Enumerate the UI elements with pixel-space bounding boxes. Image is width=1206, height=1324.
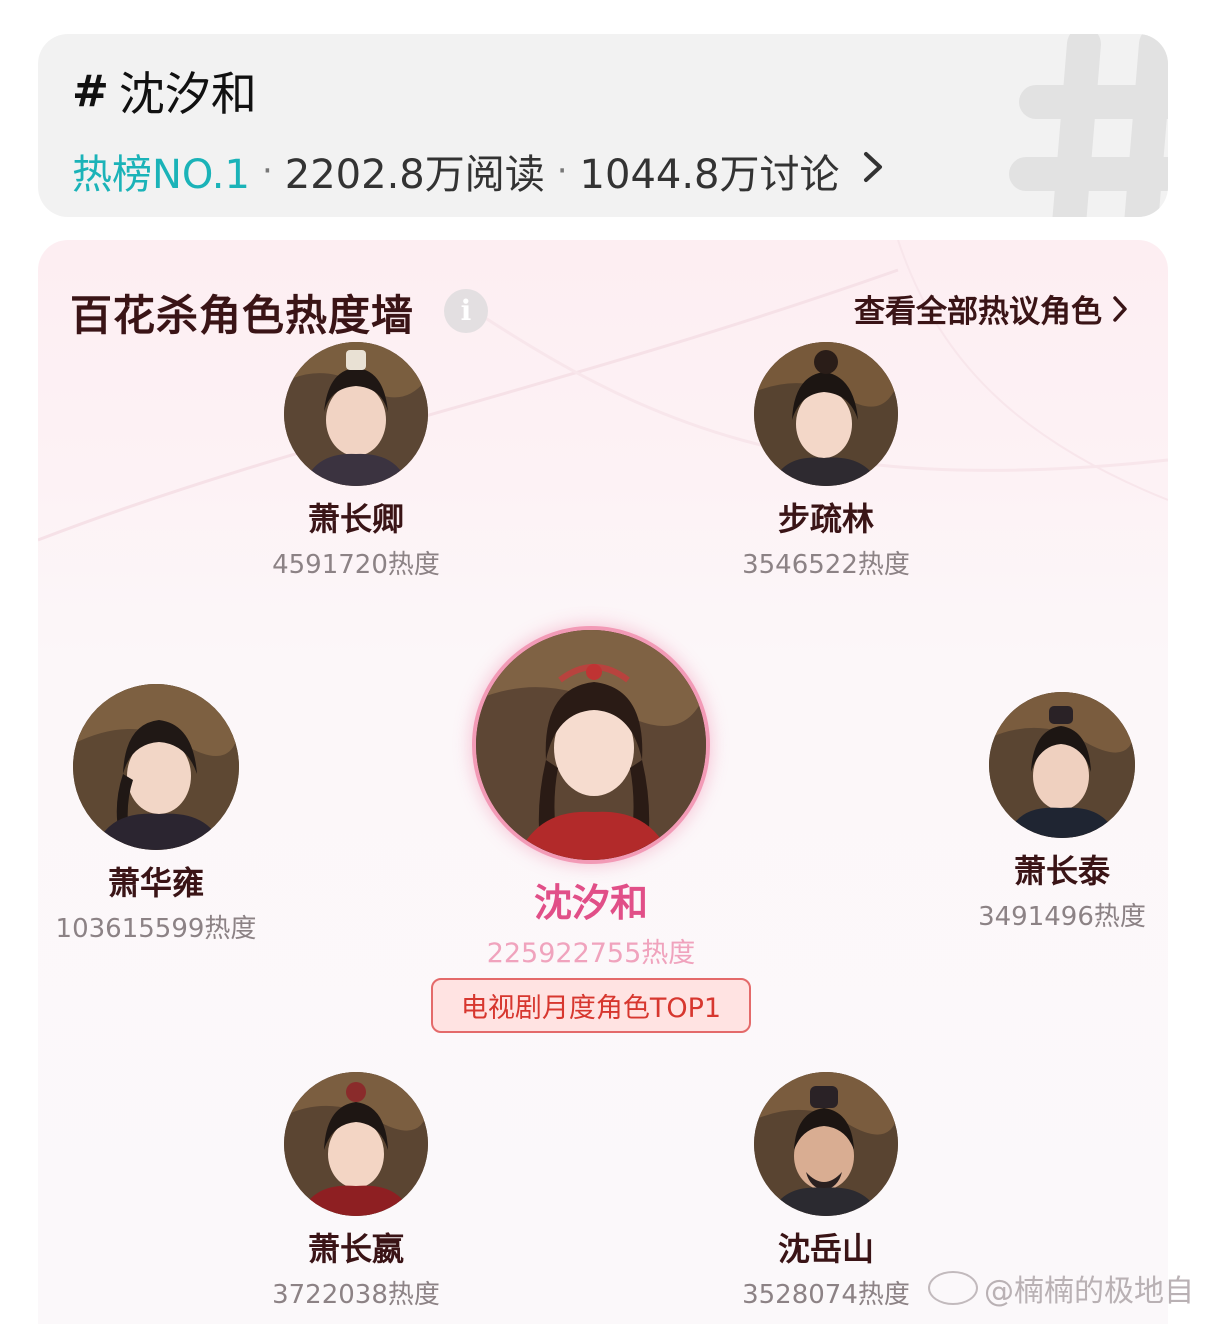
character-heat: 3722038热度	[272, 1280, 440, 1310]
character-heat: 225922755热度	[486, 938, 696, 969]
character-heat: 3491496热度	[978, 902, 1146, 932]
weibo-watermark: @楠楠的极地自	[928, 1266, 1194, 1310]
topic-card[interactable]: # 沈汐和 热榜NO.1 · 2202.8万阅读 · 1044.8万讨论	[38, 34, 1168, 217]
character-name: 步疏林	[777, 500, 874, 538]
hot-rank-label: 热榜NO.1	[72, 152, 250, 198]
character-card[interactable]: 萧长嬴 3722038热度	[256, 1072, 456, 1311]
view-all-label: 查看全部热议角色	[854, 294, 1102, 330]
monthly-top-badge: 电视剧月度角色TOP1	[430, 978, 752, 1033]
featured-character-card[interactable]: 沈汐和 225922755热度 电视剧月度角色TOP1	[423, 626, 759, 1033]
weibo-logo-icon	[928, 1271, 978, 1305]
topic-name: 沈汐和	[118, 67, 257, 121]
character-avatar	[754, 342, 898, 486]
info-icon[interactable]: i	[444, 289, 488, 333]
chevron-right-icon	[1113, 295, 1127, 322]
topic-title: # 沈汐和	[72, 58, 257, 124]
discussion-count: 1044.8万讨论	[579, 152, 840, 198]
separator-dot: ·	[261, 151, 273, 191]
character-heat: 3528074热度	[742, 1280, 910, 1310]
character-heat: 3546522热度	[742, 550, 910, 580]
character-card[interactable]: 沈岳山 3528074热度	[726, 1072, 926, 1311]
character-heat: 103615599热度	[55, 914, 257, 944]
character-heat: 4591720热度	[272, 550, 440, 580]
character-card[interactable]: 步疏林 3546522热度	[726, 342, 926, 581]
character-card[interactable]: 萧长泰 3491496热度	[964, 692, 1160, 933]
character-name: 萧长泰	[1013, 852, 1110, 890]
watermark-text: @楠楠的极地自	[984, 1274, 1194, 1309]
character-heat-wall: 百花杀角色热度墙 i 查看全部热议角色 萧长卿 4591720热度 步疏林 35…	[38, 240, 1168, 1324]
hashtag-icon: #	[72, 65, 109, 117]
hashtag-watermark-icon	[1009, 34, 1168, 217]
character-name: 沈汐和	[533, 881, 648, 925]
separator-dot: ·	[556, 151, 568, 191]
character-avatar	[472, 626, 710, 864]
read-count: 2202.8万阅读	[284, 152, 545, 198]
character-avatar	[284, 342, 428, 486]
character-avatar	[284, 1072, 428, 1216]
character-avatar	[73, 684, 239, 850]
character-card[interactable]: 萧华雍 103615599热度	[40, 684, 272, 945]
view-all-characters-link[interactable]: 查看全部热议角色	[854, 286, 1128, 331]
character-name: 萧长卿	[307, 500, 404, 538]
character-name: 萧华雍	[107, 864, 204, 902]
character-name: 沈岳山	[777, 1230, 874, 1268]
chevron-right-icon	[862, 148, 884, 194]
character-avatar	[754, 1072, 898, 1216]
character-card[interactable]: 萧长卿 4591720热度	[256, 342, 456, 581]
wall-title: 百花杀角色热度墙	[70, 291, 415, 340]
character-name: 萧长嬴	[307, 1230, 404, 1268]
character-avatar	[989, 692, 1135, 838]
topic-stats[interactable]: 热榜NO.1 · 2202.8万阅读 · 1044.8万讨论	[72, 142, 884, 200]
